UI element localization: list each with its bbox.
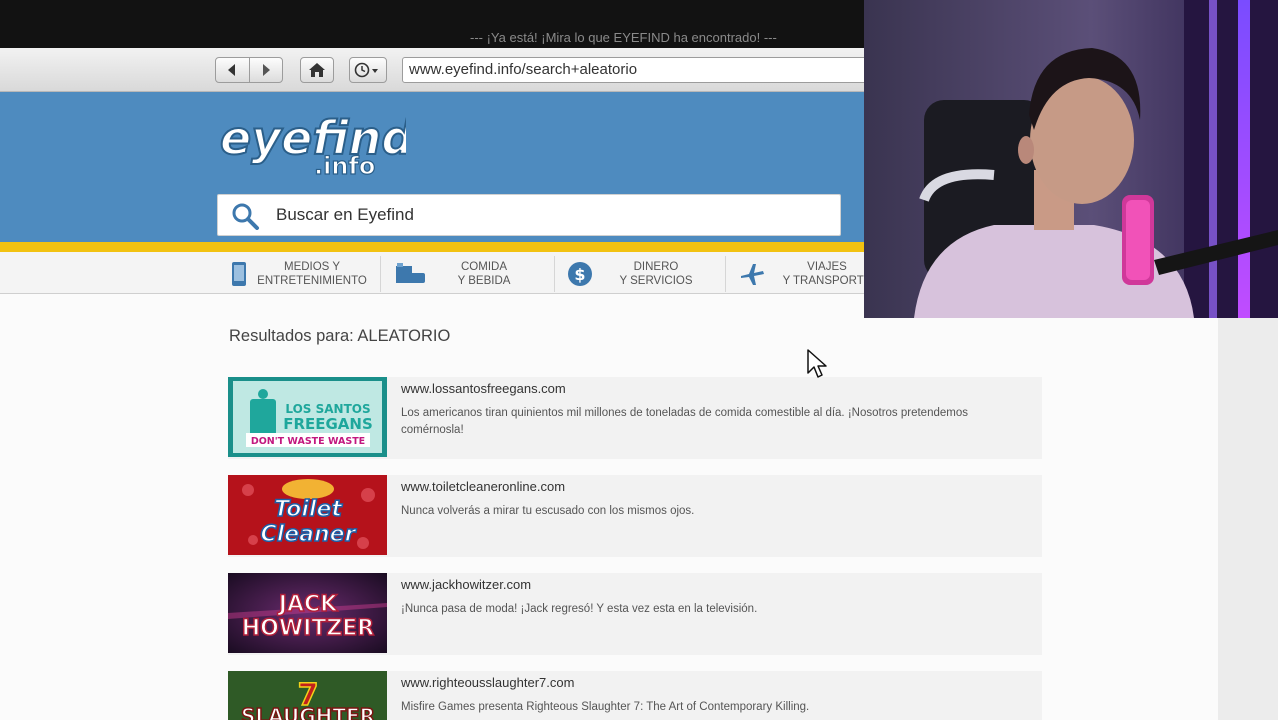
header-accent-strip (0, 242, 864, 252)
dollar-icon: $ (568, 262, 592, 286)
category-label: MEDIOS Y (283, 261, 341, 273)
history-button[interactable] (349, 57, 387, 83)
plane-icon (741, 264, 764, 285)
browser-toolbar: www.eyefind.info/search+aleatorio (0, 48, 872, 92)
category-travel[interactable]: VIAJES Y TRANSPORTE (736, 252, 871, 294)
address-bar[interactable]: www.eyefind.info/search+aleatorio (402, 57, 872, 83)
url-text: www.eyefind.info/search+aleatorio (409, 61, 638, 78)
result-url[interactable]: www.righteousslaughter7.com (401, 675, 574, 690)
result-item[interactable]: 7 SLAUGHTER www.righteousslaughter7.com … (228, 671, 1042, 720)
search-notice: --- ¡Ya está! ¡Mira lo que EYEFIND ha en… (470, 30, 777, 45)
thumb-text: HOWITZER (242, 616, 375, 641)
category-label: Y BEBIDA (457, 275, 511, 287)
eyefind-logo[interactable]: eyefind .info (216, 104, 406, 184)
nav-buttons (215, 57, 283, 83)
right-gutter (1218, 318, 1278, 720)
site-search-input[interactable]: Buscar en Eyefind (217, 194, 841, 236)
category-label: COMIDA (461, 261, 507, 273)
forward-button[interactable] (248, 58, 282, 82)
webcam-overlay (864, 0, 1278, 318)
screen: --- ¡Ya está! ¡Mira lo que EYEFIND ha en… (0, 0, 1278, 720)
category-label: ENTRETENIMIENTO (257, 275, 367, 287)
thumb-text: Cleaner (261, 522, 357, 547)
category-label: Y TRANSPORTE (782, 275, 872, 287)
category-media[interactable]: MEDIOS Y ENTRETENIMIENTO (226, 252, 376, 294)
result-description: Los americanos tiran quinientos mil mill… (401, 407, 968, 436)
divider (380, 256, 381, 292)
category-label: VIAJES (807, 261, 847, 273)
jack-howitzer-thumbnail[interactable]: JACK HOWITZER (228, 573, 387, 653)
result-description: Misfire Games presenta Righteous Slaught… (401, 701, 810, 713)
home-button[interactable] (300, 57, 334, 83)
category-money[interactable]: $ DINERO Y SERVICIOS (564, 252, 714, 294)
righteous-slaughter-thumbnail[interactable]: 7 SLAUGHTER (228, 671, 387, 720)
category-food[interactable]: COMIDA Y BEBIDA (392, 252, 542, 294)
result-item[interactable]: JACK HOWITZER www.jackhowitzer.com ¡Nunc… (228, 573, 1042, 655)
thumb-text: Toilet (274, 497, 343, 522)
home-icon (309, 63, 325, 77)
phone-icon (232, 262, 246, 286)
category-label: Y SERVICIOS (619, 275, 693, 287)
back-button[interactable] (216, 58, 249, 82)
logo-main-text: eyefind (220, 111, 406, 165)
thumb-text: DON'T WASTE WASTE (251, 436, 365, 447)
result-url[interactable]: www.lossantosfreegans.com (401, 381, 566, 396)
toilet-cleaner-thumbnail[interactable]: Toilet Cleaner (228, 475, 387, 555)
arrow-left-icon (228, 64, 236, 76)
search-icon (232, 203, 259, 230)
thumb-text: FREEGANS (283, 415, 373, 433)
freegans-thumbnail[interactable]: LOS SANTOS FREEGANS DON'T WASTE WASTE (228, 377, 387, 457)
thumb-text: LOS SANTOS (285, 402, 370, 416)
result-item[interactable]: Toilet Cleaner www.toiletcleaneronline.c… (228, 475, 1042, 557)
arrow-right-icon (262, 64, 270, 76)
results-heading: Resultados para: ALEATORIO (229, 327, 451, 345)
logo-sub-text: .info (314, 152, 375, 180)
result-description: ¡Nunca pasa de moda! ¡Jack regresó! Y es… (401, 603, 758, 615)
result-url[interactable]: www.jackhowitzer.com (401, 577, 531, 592)
result-url[interactable]: www.toiletcleaneronline.com (401, 479, 565, 494)
category-nav: MEDIOS Y ENTRETENIMIENTO COMIDA Y BEBIDA $… (0, 252, 871, 294)
thumb-text: SLAUGHTER (241, 704, 375, 720)
result-item[interactable]: LOS SANTOS FREEGANS DON'T WASTE WASTE ww… (228, 377, 1042, 459)
mouse-cursor-icon (807, 349, 827, 378)
divider (554, 256, 555, 292)
food-icon (396, 263, 425, 283)
divider (725, 256, 726, 292)
clock-icon (354, 62, 378, 78)
svg-text:$: $ (574, 265, 585, 284)
result-description: Nunca volverás a mirar tu escusado con l… (401, 505, 695, 517)
search-placeholder: Buscar en Eyefind (276, 205, 414, 224)
thumb-text: JACK (277, 592, 338, 617)
category-label: DINERO (633, 261, 679, 273)
